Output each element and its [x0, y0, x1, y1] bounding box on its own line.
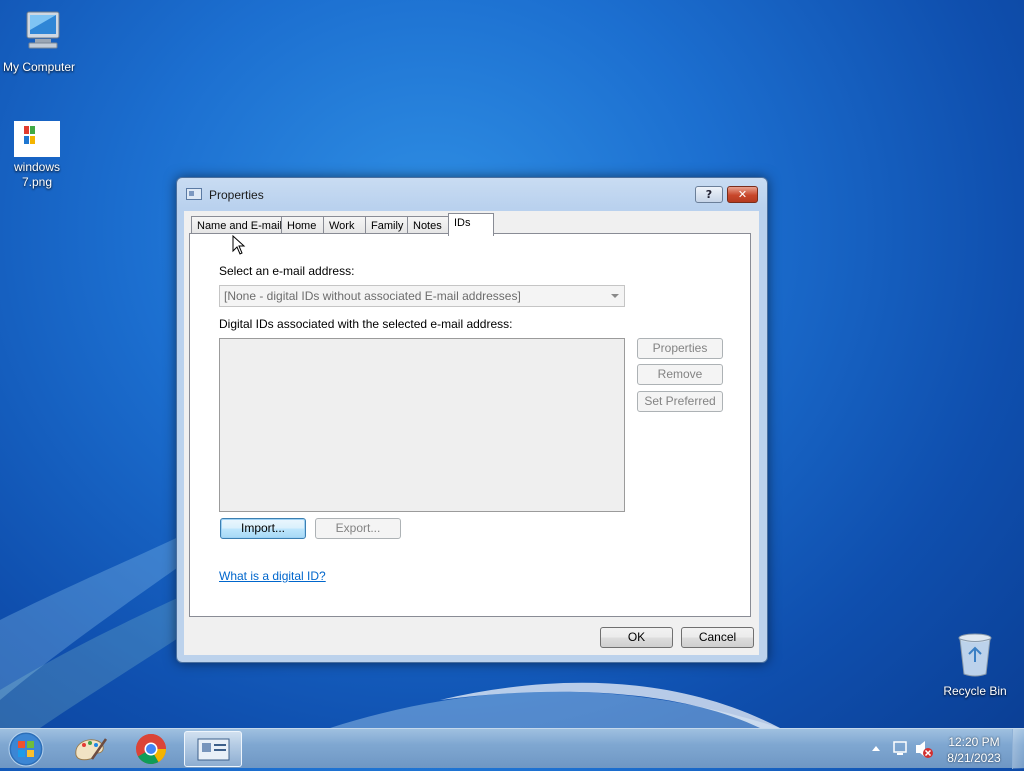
dialog-client-area: Name and E-mail Home Work Family Notes I… [184, 211, 759, 655]
properties-button[interactable]: Properties [637, 338, 723, 359]
taskbar-chrome[interactable] [123, 731, 179, 767]
tab-ids[interactable]: IDs [448, 213, 494, 236]
email-combo-value: [None - digital IDs without associated E… [224, 289, 521, 303]
ids-tab-panel: Select an e-mail address: [None - digita… [189, 233, 751, 617]
clock-date: 8/21/2023 [947, 751, 1001, 765]
desktop-icon-label: My Computer [2, 60, 76, 74]
close-icon: ✕ [737, 188, 748, 201]
contact-card-icon [197, 738, 230, 761]
desktop-icon-my-computer[interactable]: My Computer [0, 8, 82, 74]
desktop-icon-label: Recycle Bin [943, 684, 1007, 698]
contact-card-icon [186, 188, 202, 200]
taskbar: 12:20 PM 8/21/2023 [0, 728, 1024, 769]
taskbar-clock[interactable]: 12:20 PM 8/21/2023 [938, 734, 1010, 766]
dialog-title: Properties [209, 188, 264, 202]
system-tray [872, 741, 933, 758]
remove-button[interactable]: Remove [637, 364, 723, 385]
computer-icon [0, 8, 82, 57]
desktop-icon-windows7-png[interactable]: windows 7.png [0, 121, 80, 190]
taskbar-paint[interactable] [62, 731, 118, 767]
mouse-cursor-icon [232, 235, 246, 255]
email-address-combo[interactable]: [None - digital IDs without associated E… [219, 285, 625, 307]
set-preferred-button[interactable]: Set Preferred [637, 391, 723, 412]
cancel-button[interactable]: Cancel [681, 627, 754, 648]
show-desktop-button[interactable] [1012, 729, 1024, 769]
paint-icon [75, 738, 108, 761]
chevron-down-icon [611, 294, 619, 298]
chrome-icon [136, 734, 166, 765]
start-button[interactable] [6, 730, 46, 768]
close-button[interactable]: ✕ [727, 186, 758, 203]
desktop-icon-recycle-bin[interactable]: Recycle Bin [932, 632, 1018, 698]
export-button[interactable]: Export... [315, 518, 401, 539]
taskbar-contacts[interactable] [184, 731, 242, 767]
what-is-digital-id-link[interactable]: What is a digital ID? [219, 569, 326, 583]
desktop-icon-label: windows 7.png [13, 160, 61, 189]
network-icon [893, 741, 907, 753]
properties-dialog: Properties ? ✕ Name and E-mail Home Work… [176, 177, 768, 663]
select-email-label: Select an e-mail address: [219, 264, 355, 278]
image-file-icon [14, 121, 60, 157]
help-button[interactable]: ? [695, 186, 723, 203]
import-button[interactable]: Import... [220, 518, 306, 539]
ok-button[interactable]: OK [600, 627, 673, 648]
windows-logo-icon [8, 731, 44, 767]
dialog-titlebar[interactable]: Properties ? ✕ [177, 178, 767, 210]
digital-ids-label: Digital IDs associated with the selected… [219, 317, 513, 331]
show-hidden-icons-icon [872, 746, 880, 751]
digital-ids-list[interactable] [219, 338, 625, 512]
clock-time: 12:20 PM [948, 735, 1000, 749]
recycle-bin-icon [932, 632, 1018, 681]
